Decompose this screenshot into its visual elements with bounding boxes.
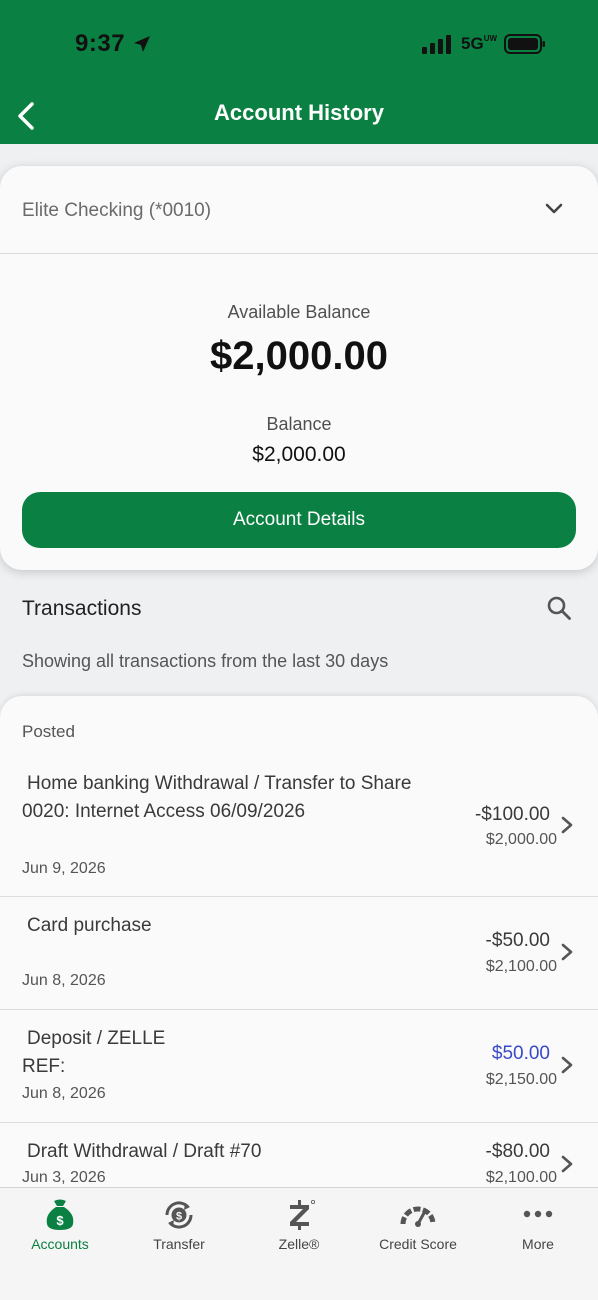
chevron-right-icon bbox=[561, 816, 573, 834]
transaction-running-balance: $2,150.00 bbox=[485, 1071, 557, 1088]
transaction-description: Deposit / ZELLE REF: bbox=[22, 1025, 452, 1081]
network-type: 5GUW bbox=[461, 34, 497, 54]
transaction-running-balance: $2,100.00 bbox=[485, 958, 557, 975]
location-arrow-icon bbox=[134, 36, 150, 52]
account-selector[interactable]: Elite Checking (*0010) bbox=[0, 166, 598, 254]
transaction-date: Jun 8, 2026 bbox=[22, 972, 106, 989]
battery-icon bbox=[504, 34, 545, 54]
balance-label: Balance bbox=[266, 414, 332, 434]
tab-credit-score[interactable]: Credit Score bbox=[358, 1188, 478, 1268]
chevron-right-icon bbox=[561, 1155, 573, 1173]
status-time: 9:37 bbox=[75, 30, 126, 57]
money-bag-icon: $ bbox=[46, 1199, 74, 1230]
posted-section-label: Posted bbox=[22, 722, 75, 741]
bottom-tab-bar: $ Accounts $ Transfer Zelle® Credit Scor… bbox=[0, 1187, 598, 1300]
transaction-running-balance: $2,000.00 bbox=[485, 831, 557, 848]
network-label: 5G bbox=[461, 34, 484, 53]
transaction-description-line2: 0020: Internet Access 06/09/2026 bbox=[22, 801, 306, 822]
transaction-amount: -$100.00 bbox=[474, 804, 550, 825]
tab-label: Zelle® bbox=[278, 1236, 320, 1252]
balance-value: $2,000.00 bbox=[252, 443, 346, 466]
tab-label: Credit Score bbox=[379, 1236, 457, 1252]
transaction-description-line1: Card purchase bbox=[27, 915, 152, 936]
available-balance-label: Available Balance bbox=[227, 302, 371, 322]
tab-label: Accounts bbox=[31, 1236, 89, 1252]
transaction-date: Jun 8, 2026 bbox=[22, 1085, 106, 1102]
tab-label: Transfer bbox=[153, 1236, 205, 1252]
svg-text:$: $ bbox=[56, 1213, 64, 1228]
search-icon[interactable] bbox=[546, 595, 572, 621]
transaction-description-line1: Deposit / ZELLE bbox=[27, 1028, 166, 1049]
svg-text:$: $ bbox=[176, 1211, 182, 1223]
transaction-amount: -$80.00 bbox=[485, 1141, 550, 1162]
transaction-amount: $50.00 bbox=[491, 1043, 550, 1064]
gauge-icon bbox=[400, 1206, 436, 1227]
page-title: Account History bbox=[214, 100, 384, 125]
account-selector-label: Elite Checking (*0010) bbox=[22, 200, 212, 221]
transaction-description: Card purchase bbox=[22, 912, 452, 940]
transaction-description-line2: REF: bbox=[22, 1056, 66, 1077]
tab-accounts[interactable]: $ Accounts bbox=[0, 1188, 120, 1268]
transaction-date: Jun 9, 2026 bbox=[22, 860, 106, 877]
account-details-button[interactable]: Account Details bbox=[22, 492, 576, 548]
transfer-icon: $ bbox=[165, 1201, 193, 1229]
transaction-row[interactable]: Card purchase -$50.00 $2,100.00 Jun 8, 2… bbox=[0, 897, 598, 1010]
tab-more[interactable]: More bbox=[478, 1188, 598, 1268]
available-balance-value: $2,000.00 bbox=[210, 334, 388, 378]
chevron-right-icon bbox=[561, 1056, 573, 1074]
tab-label: More bbox=[522, 1236, 554, 1252]
transaction-description-line1: Draft Withdrawal / Draft #70 bbox=[27, 1141, 262, 1162]
transaction-date: Jun 3, 2026 bbox=[22, 1169, 106, 1186]
transaction-description: Draft Withdrawal / Draft #70 bbox=[22, 1138, 452, 1166]
transactions-subtitle: Showing all transactions from the last 3… bbox=[22, 651, 389, 671]
transactions-title: Transactions bbox=[22, 597, 142, 620]
zelle-icon bbox=[290, 1200, 315, 1230]
transaction-row[interactable]: Home banking Withdrawal / Transfer to Sh… bbox=[0, 766, 598, 897]
more-icon bbox=[523, 1210, 553, 1218]
status-bar: 9:37 5GUW bbox=[0, 0, 598, 90]
network-sup: UW bbox=[483, 34, 498, 43]
chevron-down-icon bbox=[545, 203, 563, 214]
cellular-signal-icon bbox=[422, 35, 451, 54]
transaction-running-balance: $2,100.00 bbox=[485, 1169, 557, 1186]
tab-zelle[interactable]: Zelle® bbox=[239, 1188, 359, 1268]
transaction-amount: -$50.00 bbox=[485, 930, 550, 951]
app-header: 9:37 5GUW Account History bbox=[0, 0, 598, 144]
account-summary-card: Elite Checking (*0010) Available Balance… bbox=[0, 166, 598, 570]
tab-transfer[interactable]: $ Transfer bbox=[119, 1188, 239, 1268]
transaction-description-line1: Home banking Withdrawal / Transfer to Sh… bbox=[27, 773, 412, 794]
transaction-description: Home banking Withdrawal / Transfer to Sh… bbox=[22, 770, 452, 826]
transaction-row[interactable]: Deposit / ZELLE REF: $50.00 $2,150.00 Ju… bbox=[0, 1010, 598, 1123]
chevron-right-icon bbox=[561, 943, 573, 961]
